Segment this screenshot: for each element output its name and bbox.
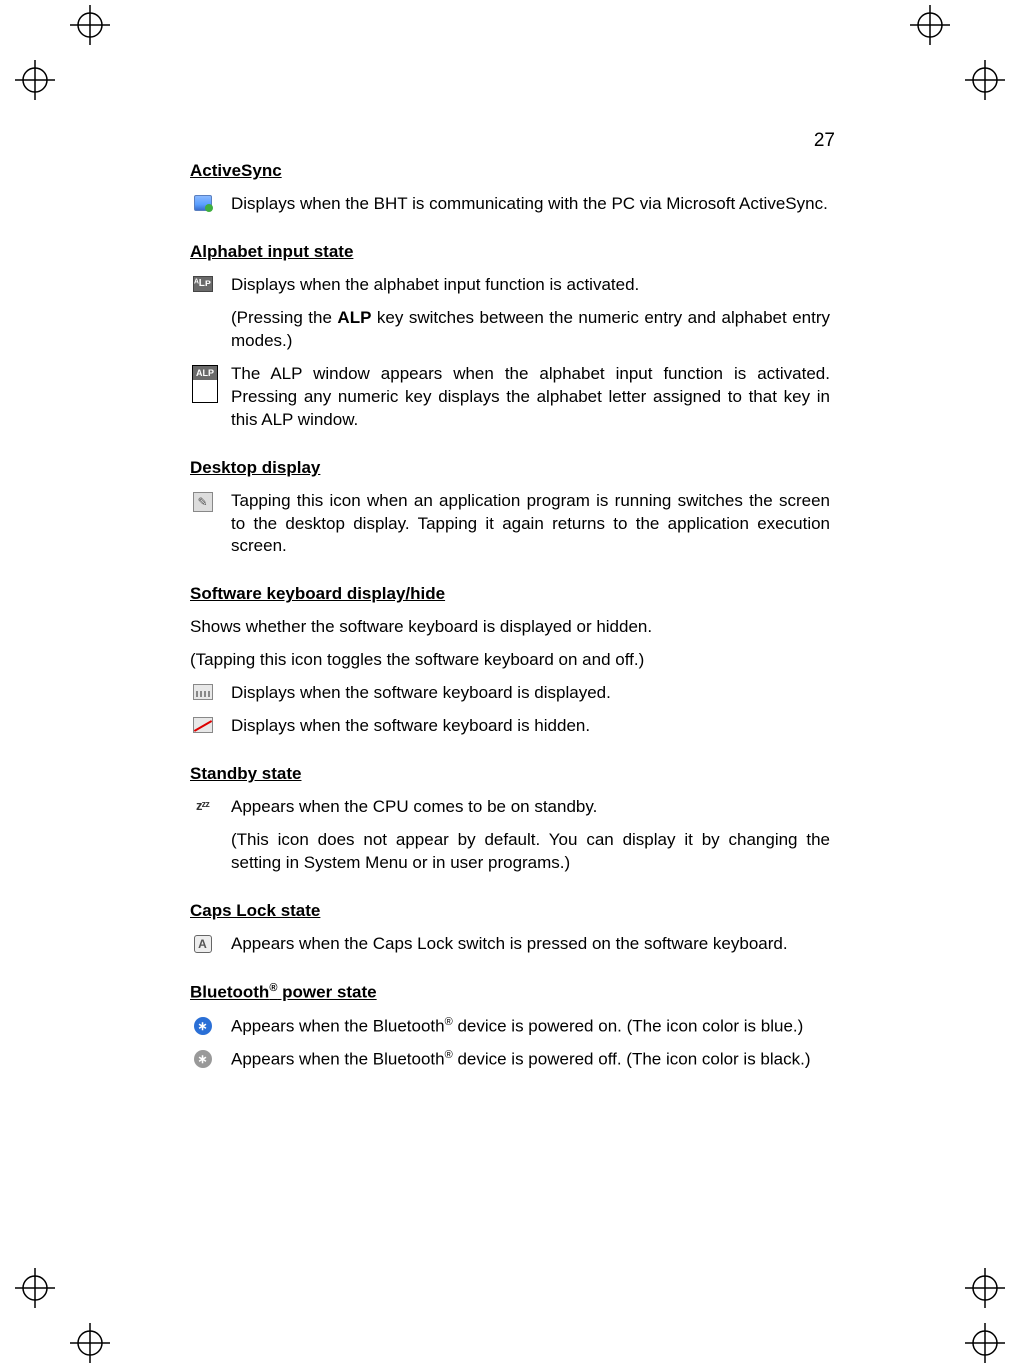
keyboard-hidden-icon: [193, 717, 213, 733]
alp-indicator-icon: ᴬLᴘ: [193, 276, 213, 292]
crop-mark-icon: [70, 1323, 110, 1363]
keyboard-shown-icon: [193, 684, 213, 700]
softkbd-intro2: (Tapping this icon toggles the software …: [190, 649, 830, 672]
alp-window-icon: ALP: [192, 365, 218, 403]
text: Appears when the Bluetooth: [231, 1016, 445, 1035]
desktop-desc: Tapping this icon when an application pr…: [231, 490, 830, 559]
text: (Pressing the: [231, 308, 337, 327]
softkbd-shown: Displays when the software keyboard is d…: [231, 682, 830, 705]
text: Appears when the Bluetooth: [231, 1050, 445, 1069]
softkbd-intro1: Shows whether the software keyboard is d…: [190, 616, 830, 639]
text: device is powered on. (The icon color is…: [453, 1016, 804, 1035]
alphabet-line3: The ALP window appears when the alphabet…: [231, 363, 830, 432]
alp-window-header: ALP: [193, 366, 217, 380]
page-content: ActiveSync Displays when the BHT is comm…: [190, 155, 830, 1082]
heading-activesync: ActiveSync: [190, 161, 830, 181]
standby-line1: Appears when the CPU comes to be on stan…: [231, 796, 830, 819]
crop-mark-icon: [965, 1323, 1005, 1363]
standby-icon: zᶻᶻ: [196, 798, 209, 813]
crop-mark-icon: [965, 60, 1005, 100]
text: device is powered off. (The icon color i…: [453, 1050, 811, 1069]
crop-mark-icon: [70, 5, 110, 45]
text: Bluetooth: [190, 983, 269, 1002]
caps-lock-icon: A: [194, 935, 212, 953]
heading-capslock: Caps Lock state: [190, 901, 830, 921]
desktop-icon: ✎: [193, 492, 213, 512]
standby-line2: (This icon does not appear by default. Y…: [231, 829, 830, 875]
heading-alphabet-input: Alphabet input state: [190, 242, 830, 262]
bluetooth-on-desc: Appears when the Bluetooth® device is po…: [231, 1015, 830, 1039]
alphabet-line1: Displays when the alphabet input functio…: [231, 274, 830, 297]
alphabet-line2: (Pressing the ALP key switches between t…: [231, 307, 830, 353]
heading-bluetooth: Bluetooth® power state: [190, 982, 830, 1003]
bluetooth-off-desc: Appears when the Bluetooth® device is po…: [231, 1048, 830, 1072]
crop-mark-icon: [15, 1268, 55, 1308]
heading-standby: Standby state: [190, 764, 830, 784]
heading-desktop: Desktop display: [190, 458, 830, 478]
bluetooth-off-icon: ∗: [194, 1050, 212, 1068]
registered-mark: ®: [445, 1016, 453, 1028]
crop-mark-icon: [910, 5, 950, 45]
activesync-desc: Displays when the BHT is communicating w…: [231, 193, 830, 216]
crop-mark-icon: [15, 60, 55, 100]
heading-softkbd: Software keyboard display/hide: [190, 584, 830, 604]
activesync-icon: [194, 195, 212, 211]
registered-mark: ®: [445, 1049, 453, 1061]
bluetooth-on-icon: ∗: [194, 1017, 212, 1035]
crop-mark-icon: [965, 1268, 1005, 1308]
alp-key-label: ALP: [337, 308, 371, 327]
text: power state: [277, 983, 376, 1002]
capslock-desc: Appears when the Caps Lock switch is pre…: [231, 933, 830, 956]
page-number: 27: [814, 130, 835, 152]
softkbd-hidden: Displays when the software keyboard is h…: [231, 715, 830, 738]
